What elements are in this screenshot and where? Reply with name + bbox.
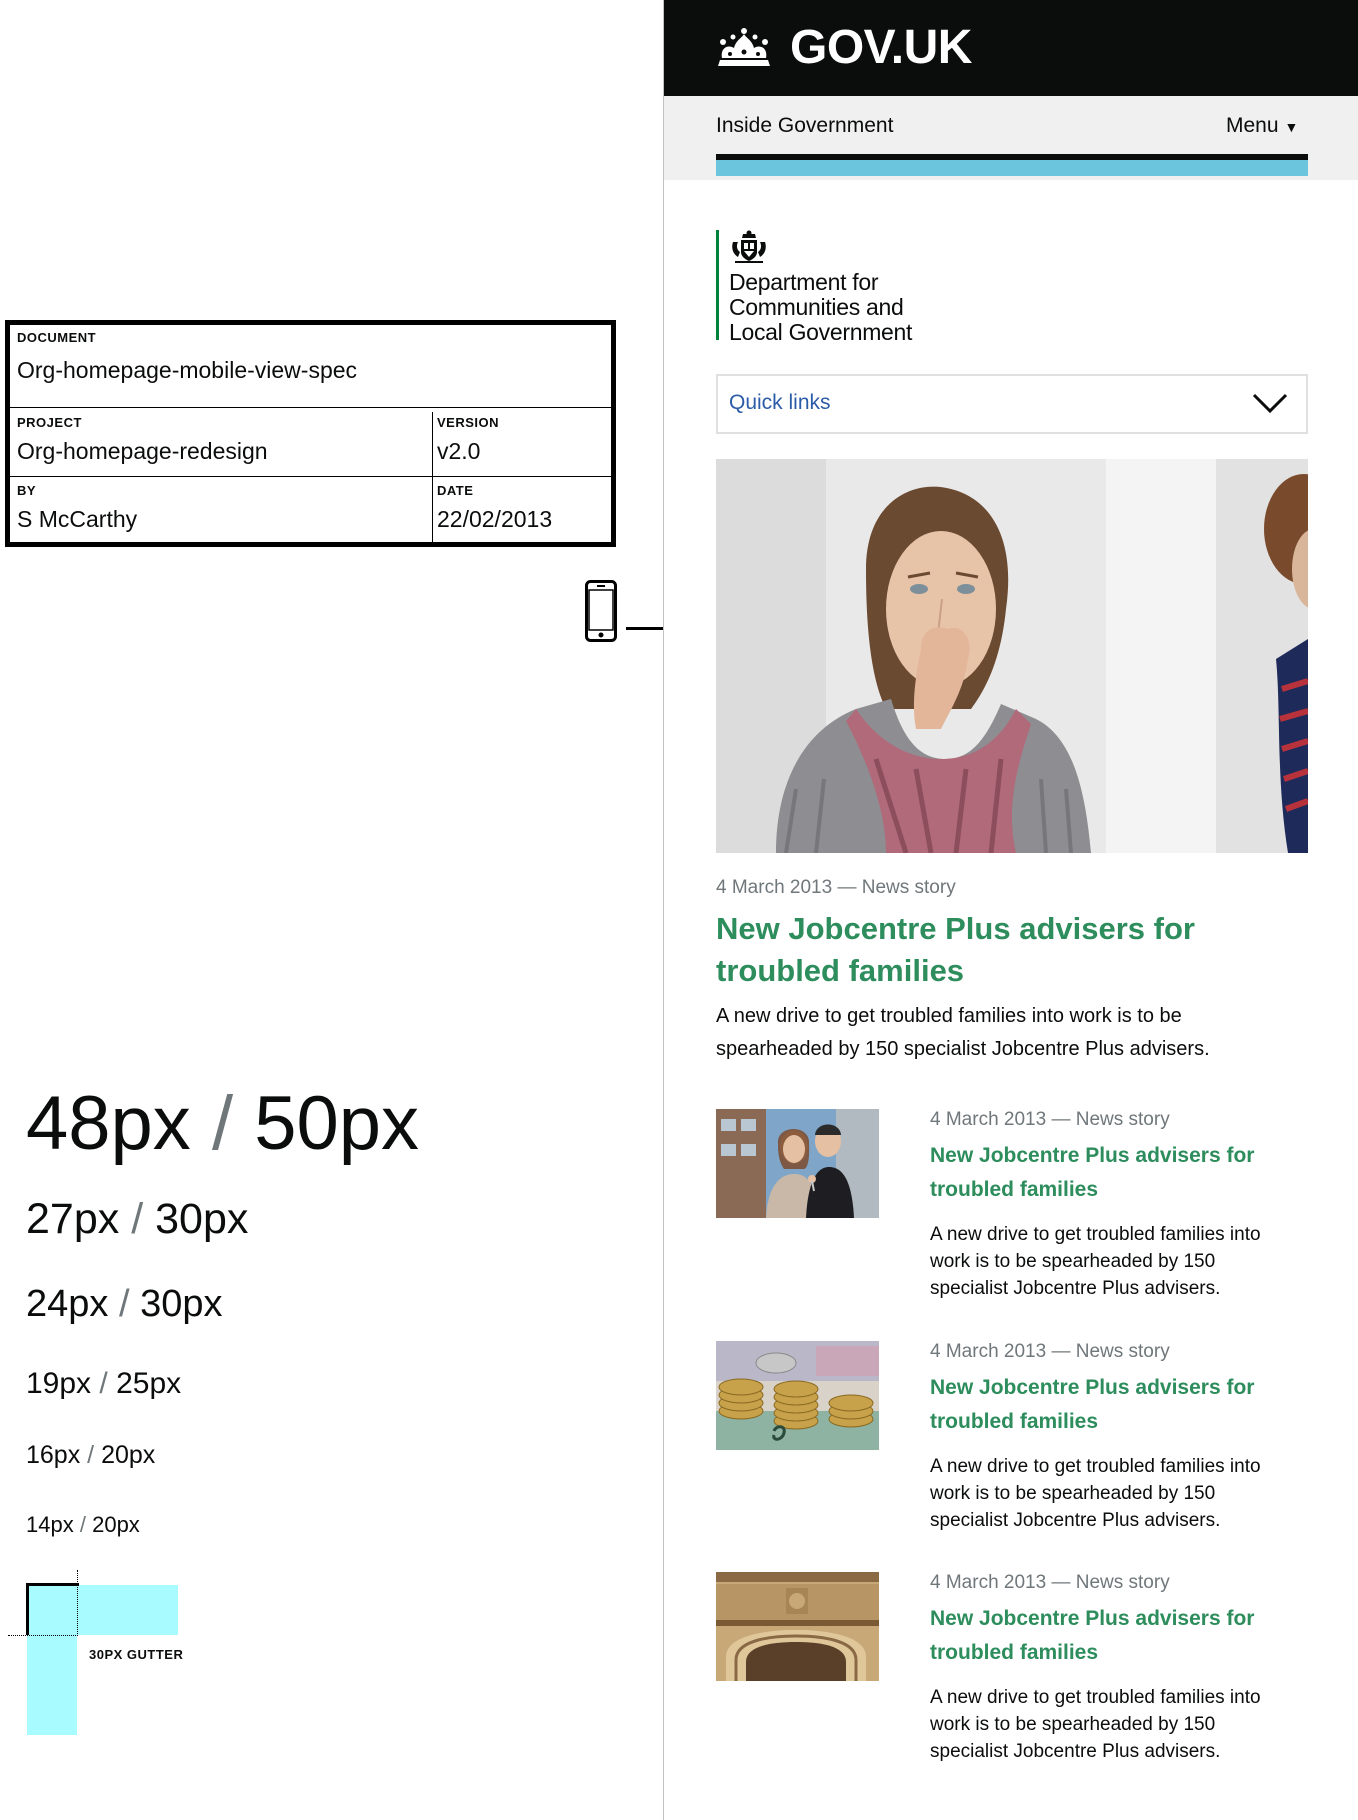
menu-label: Menu xyxy=(1226,114,1279,137)
featured-story-title-link[interactable]: New Jobcentre Plus advisers for troubled… xyxy=(716,908,1276,992)
spec-version-label: VERSION xyxy=(437,415,500,430)
news-story-item: 4 March 2013 — News story New Jobcentre … xyxy=(716,1341,1308,1541)
story-meta: 4 March 2013 — News story xyxy=(930,1341,1170,1362)
inside-government-subnav: Inside Government Menu ▼ xyxy=(664,96,1358,180)
spec-divider xyxy=(10,476,611,477)
featured-photo xyxy=(716,459,1308,853)
type-sample-24: 24px / 30px xyxy=(26,1283,223,1325)
organisation-name: Department for Communities and Local Gov… xyxy=(729,269,913,345)
gutter-corner-marker xyxy=(26,1583,29,1635)
royal-coat-of-arms-icon xyxy=(732,230,766,263)
town-hall-facade-photo xyxy=(716,1572,879,1681)
spec-document-label: DOCUMENT xyxy=(17,330,97,345)
type-sample-16: 16px / 20px xyxy=(26,1441,156,1469)
spec-project-cell: PROJECT Org-homepage-redesign xyxy=(17,415,268,465)
subnav-accent-bar xyxy=(716,160,1308,176)
spec-by-value: S McCarthy xyxy=(17,506,138,532)
organisation-logo[interactable]: Department for Communities and Local Gov… xyxy=(716,230,912,345)
menu-button[interactable]: Menu ▼ xyxy=(1226,114,1298,138)
story-thumbnail[interactable] xyxy=(716,1341,879,1450)
couple-with-keys-photo xyxy=(716,1109,879,1218)
quick-links-label: Quick links xyxy=(729,391,831,414)
coins-and-banknotes-photo xyxy=(716,1341,879,1450)
gutter-guide-line xyxy=(77,1570,78,1636)
story-meta: 4 March 2013 — News story xyxy=(930,1109,1170,1130)
story-meta: 4 March 2013 — News story xyxy=(930,1572,1170,1593)
gutter-guide-line xyxy=(8,1635,78,1636)
story-thumbnail[interactable] xyxy=(716,1572,879,1681)
quick-links-dropdown[interactable]: Quick links xyxy=(716,374,1308,434)
govuk-logotype[interactable]: GOV.UK xyxy=(790,20,972,75)
mobile-view-frame: GOV.UK Inside Government Menu ▼ Departme… xyxy=(663,0,1358,1820)
story-summary: A new drive to get troubled families int… xyxy=(930,1456,1261,1531)
spec-column-divider xyxy=(432,412,433,542)
menu-dropdown-icon: ▼ xyxy=(1284,119,1299,135)
featured-story-image[interactable] xyxy=(716,459,1308,853)
spec-version-value: v2.0 xyxy=(437,438,481,464)
spec-date-label: DATE xyxy=(437,483,474,498)
chevron-down-icon xyxy=(1252,393,1288,414)
spec-project-value: Org-homepage-redesign xyxy=(17,438,268,464)
type-sample-48: 48px / 50px xyxy=(26,1081,419,1166)
story-summary: A new drive to get troubled families int… xyxy=(930,1224,1261,1299)
gutter-indicator-vertical xyxy=(27,1585,77,1735)
spec-by-cell: BY S McCarthy xyxy=(17,483,137,533)
news-story-item: 4 March 2013 — News story New Jobcentre … xyxy=(716,1572,1308,1772)
news-story-item: 4 March 2013 — News story New Jobcentre … xyxy=(716,1109,1308,1309)
spec-document-cell: DOCUMENT Org-homepage-mobile-view-spec xyxy=(17,330,357,384)
type-sample-14: 14px / 20px xyxy=(26,1512,140,1537)
breakpoint-connector xyxy=(626,627,664,630)
story-title-link[interactable]: New Jobcentre Plus advisers for troubled… xyxy=(930,1371,1290,1439)
subnav-title[interactable]: Inside Government xyxy=(716,114,893,138)
story-thumbnail[interactable] xyxy=(716,1109,879,1218)
gutter-label: 30PX GUTTER xyxy=(89,1647,184,1662)
mobile-phone-icon xyxy=(585,580,617,642)
spec-project-label: PROJECT xyxy=(17,415,82,430)
story-summary: A new drive to get troubled families int… xyxy=(930,1687,1261,1762)
story-title-link[interactable]: New Jobcentre Plus advisers for troubled… xyxy=(930,1602,1290,1670)
type-sample-27: 27px / 30px xyxy=(26,1195,249,1243)
crown-icon[interactable] xyxy=(714,26,774,70)
spec-date-value: 22/02/2013 xyxy=(437,506,553,532)
spec-date-cell: DATE 22/02/2013 xyxy=(437,483,552,533)
spec-divider xyxy=(10,407,611,408)
spec-by-label: BY xyxy=(17,483,37,498)
gutter-corner-marker xyxy=(27,1583,79,1586)
spec-document-value: Org-homepage-mobile-view-spec xyxy=(17,357,358,383)
featured-story-summary: A new drive to get troubled families int… xyxy=(716,1005,1210,1060)
story-title-link[interactable]: New Jobcentre Plus advisers for troubled… xyxy=(930,1139,1290,1207)
featured-story-meta: 4 March 2013 — News story xyxy=(716,877,956,898)
spec-table: DOCUMENT Org-homepage-mobile-view-spec P… xyxy=(5,320,616,547)
govuk-header: GOV.UK xyxy=(664,0,1358,96)
spec-version-cell: VERSION v2.0 xyxy=(437,415,499,465)
type-sample-19: 19px / 25px xyxy=(26,1367,182,1400)
